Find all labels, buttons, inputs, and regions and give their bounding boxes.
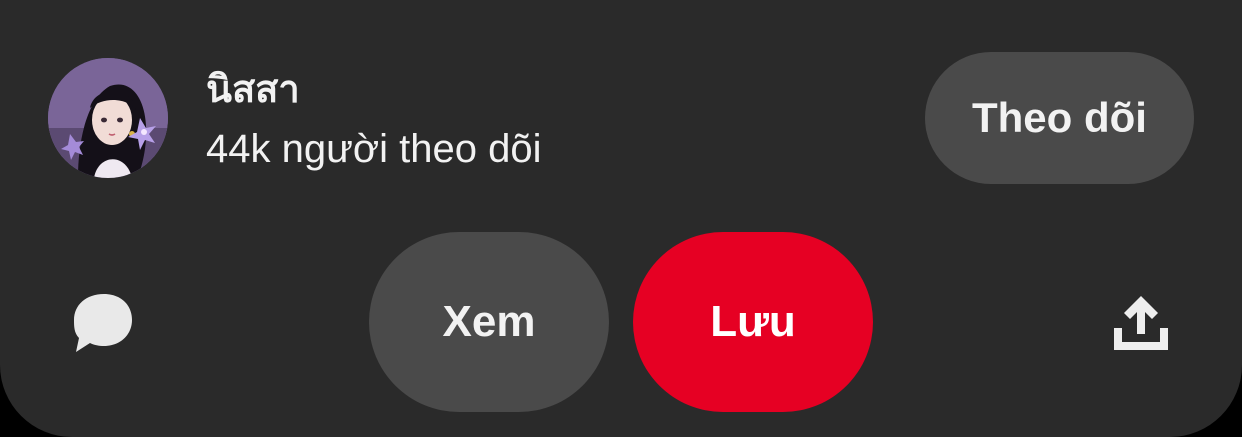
- creator-name[interactable]: นิสสา: [206, 66, 300, 114]
- creator-avatar[interactable]: [48, 58, 168, 178]
- share-button[interactable]: [1106, 290, 1176, 356]
- follow-button[interactable]: Theo dõi: [925, 52, 1194, 184]
- comment-button[interactable]: [66, 290, 140, 356]
- avatar-illustration: [48, 58, 168, 178]
- save-button[interactable]: Lưu: [633, 232, 873, 412]
- comment-bubble-icon: [74, 294, 132, 352]
- share-upload-icon: [1114, 296, 1168, 350]
- view-button[interactable]: Xem: [369, 232, 609, 412]
- follower-count: 44k người theo dõi: [206, 127, 542, 171]
- pin-action-panel: นิสสา 44k người theo dõi Theo dõi Xem Lư…: [0, 0, 1242, 437]
